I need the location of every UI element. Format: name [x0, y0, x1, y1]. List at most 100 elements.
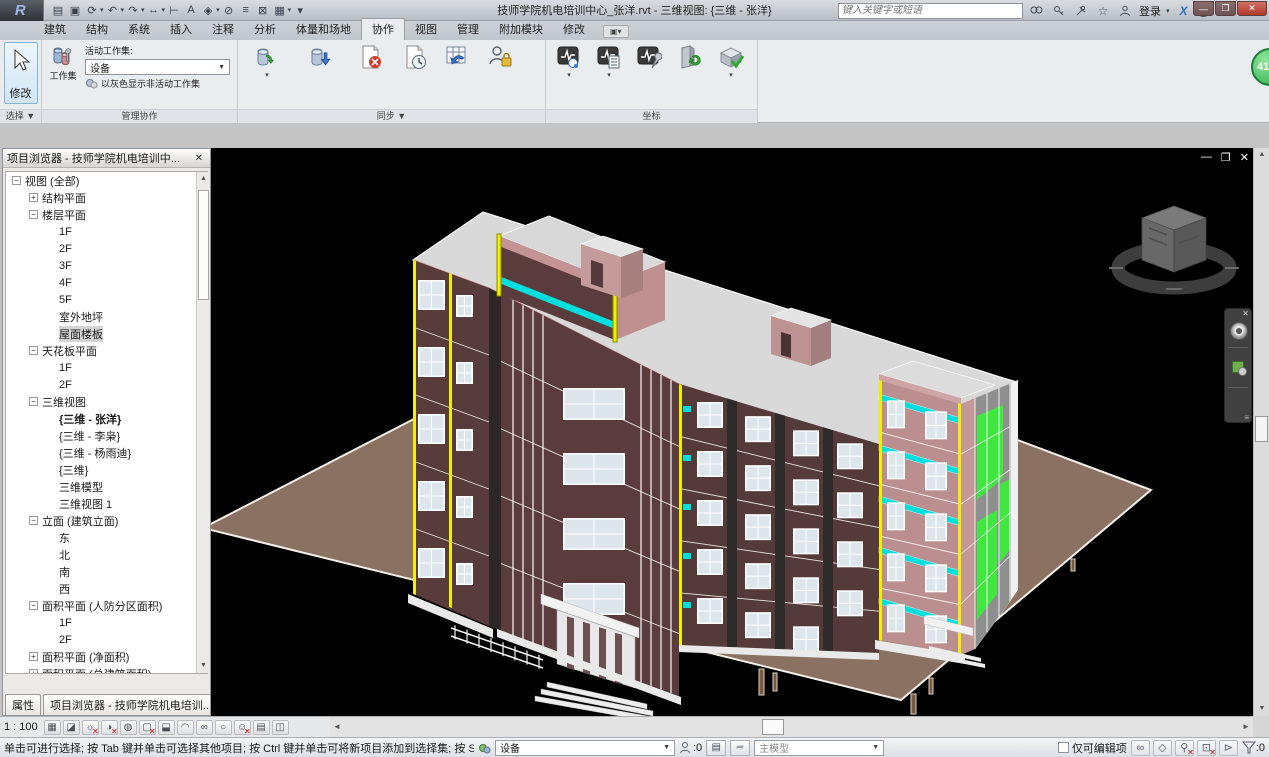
scroll-left-icon[interactable]: ◄	[330, 717, 344, 737]
tree-item[interactable]: +面积平面 (净面积)	[6, 648, 207, 665]
worksharing-display-icon[interactable]: ☺✕	[234, 720, 251, 735]
detail-level-icon[interactable]: ▦	[44, 720, 61, 735]
tree-item[interactable]: 室外地坪	[6, 308, 207, 325]
signin-person-icon[interactable]	[1117, 3, 1133, 19]
sun-path-icon[interactable]: ☼✕	[82, 720, 99, 735]
show-history-button[interactable]	[393, 42, 437, 109]
close-hidden-windows-icon[interactable]: ⊠	[255, 2, 271, 19]
tree-item[interactable]: 1F	[6, 359, 207, 376]
dropdown-icon[interactable]: ▾	[121, 6, 125, 14]
tree-item[interactable]: 2F	[6, 376, 207, 393]
drawing-area[interactable]: — ❐ ✕ ✕ ≡	[211, 148, 1253, 716]
coordinate-settings-button[interactable]	[629, 42, 669, 109]
tab-project-browser[interactable]: 项目浏览器 - 技师学院机电培训...	[43, 694, 211, 715]
tree-item[interactable]: −视图 (全部)	[6, 172, 207, 189]
scroll-up-icon[interactable]: ▲	[1254, 148, 1269, 162]
tree-item[interactable]: 北	[6, 546, 207, 563]
switch-windows-icon[interactable]: ▦	[272, 2, 288, 19]
temporary-hide-isolate-icon[interactable]: ∞	[196, 720, 213, 735]
section-icon[interactable]: ⊘	[221, 2, 237, 19]
tree-item[interactable]: −三维视图	[6, 393, 207, 410]
navbar-close-icon[interactable]: ✕	[1242, 309, 1249, 318]
gray-inactive-worksets-toggle[interactable]: 以灰色显示非活动工作集	[85, 77, 230, 90]
dropdown-icon[interactable]: ▾	[162, 6, 166, 14]
coordinate-panel-label[interactable]: 坐标	[546, 109, 757, 123]
tree-item[interactable]: {三维 - 张洋}	[6, 410, 207, 427]
search-input[interactable]	[838, 3, 1023, 19]
manage-collab-panel-label[interactable]: 管理协作	[42, 109, 237, 123]
visual-style-icon[interactable]: ◪	[63, 720, 80, 735]
tree-item[interactable]: 东	[6, 529, 207, 546]
ribbon-tab-1[interactable]: 建筑	[34, 19, 76, 40]
close-button[interactable]: ✕	[1237, 1, 1267, 16]
tree-item[interactable]: {三维 - 杨雨迪}	[6, 444, 207, 461]
select-panel-label[interactable]: 选择 ▼	[0, 109, 41, 123]
ribbon-tab-4[interactable]: 插入	[160, 19, 202, 40]
reveal-hidden-icon[interactable]: ○	[215, 720, 232, 735]
vertical-scrollbar[interactable]: ▲ ▼	[1253, 148, 1269, 716]
scroll-down-icon[interactable]: ▼	[1254, 702, 1269, 716]
tree-item[interactable]: 1F	[6, 614, 207, 631]
ribbon-tab-2[interactable]: 结构	[76, 19, 118, 40]
select-pinned-icon[interactable]: ⚲✕	[1175, 740, 1194, 756]
worksets-button[interactable]: 工作集	[45, 42, 81, 109]
tree-item[interactable]: 2F	[6, 240, 207, 257]
steering-wheel-icon[interactable]	[1230, 322, 1248, 340]
editing-requests-button[interactable]	[477, 42, 525, 109]
zoom-tool-icon[interactable]	[1232, 361, 1244, 373]
navbar-more-icon[interactable]: ≡	[1244, 413, 1249, 422]
text-icon[interactable]: A	[183, 2, 199, 19]
modify-button[interactable]: 修改	[4, 42, 38, 104]
undo-icon[interactable]: ↶	[105, 2, 121, 19]
view-scale[interactable]: 1 : 100	[4, 721, 38, 733]
customize-qat-icon[interactable]: ▾	[292, 2, 308, 19]
collapse-icon[interactable]: −	[29, 516, 38, 525]
signin-dropdown-icon[interactable]: ▾	[1166, 7, 1170, 15]
tree-item[interactable]: 1F	[6, 223, 207, 240]
tree-item[interactable]: 三维视图 1	[6, 495, 207, 512]
open-file-icon[interactable]: ▤	[50, 2, 66, 19]
scroll-up-icon[interactable]: ▲	[197, 172, 210, 186]
show-crop-icon[interactable]: ⬓	[158, 720, 175, 735]
tree-item[interactable]: 屋面楼板	[6, 325, 207, 342]
tree-item[interactable]: +结构平面	[6, 189, 207, 206]
sync-with-central-button[interactable]: ▾	[241, 42, 293, 109]
subscription-key-icon[interactable]	[1051, 3, 1067, 19]
active-workset-select[interactable]: 设备 ▼	[85, 59, 230, 75]
select-by-face-icon[interactable]: ⊡✕	[1197, 740, 1216, 756]
displace-elements-icon[interactable]: ◫	[272, 720, 289, 735]
view-minimize-icon[interactable]: —	[1201, 151, 1212, 164]
design-options-button[interactable]: ➦	[730, 740, 750, 756]
tree-item[interactable]: 5F	[6, 291, 207, 308]
expand-icon[interactable]: +	[29, 652, 38, 661]
expand-icon[interactable]: +	[29, 669, 38, 674]
ribbon-tab-6[interactable]: 分析	[244, 19, 286, 40]
tree-item[interactable]: 2F	[6, 631, 207, 648]
project-browser-header[interactable]: 项目浏览器 - 技师学院机电培训中... ✕	[3, 149, 210, 168]
scroll-down-icon[interactable]: ▼	[197, 659, 210, 673]
exchange-apps-icon[interactable]: X	[1175, 3, 1191, 19]
ribbon-tab-10[interactable]: 管理	[447, 19, 489, 40]
filter-control[interactable]: :0	[1242, 741, 1265, 754]
thin-lines-icon[interactable]: ≡	[238, 2, 254, 19]
ribbon-tab-11[interactable]: 附加模块	[489, 19, 553, 40]
view-close-icon[interactable]: ✕	[1240, 151, 1249, 164]
collapse-icon[interactable]: −	[29, 346, 38, 355]
collapse-icon[interactable]: −	[29, 210, 38, 219]
ribbon-tab-9[interactable]: 视图	[405, 19, 447, 40]
tree-scrollbar[interactable]: ▲ ▼	[196, 172, 209, 673]
restore-button[interactable]: ❐	[1215, 1, 1236, 16]
tree-item[interactable]: 西	[6, 580, 207, 597]
tree-item[interactable]: −立面 (建筑立面)	[6, 512, 207, 529]
tree-item[interactable]: {三维 - 李枭}	[6, 427, 207, 444]
editable-only-checkbox[interactable]: 仅可编辑项	[1058, 740, 1127, 756]
ribbon-tab-8[interactable]: 协作	[361, 18, 405, 40]
dropdown-icon[interactable]: ▾	[141, 6, 145, 14]
minimize-button[interactable]: —	[1193, 1, 1214, 16]
crop-view-icon[interactable]: ▢✕	[139, 720, 156, 735]
temporary-view-properties-icon[interactable]: ▤	[253, 720, 270, 735]
select-links-icon[interactable]: ∞	[1131, 740, 1150, 756]
select-underlay-icon[interactable]: ◇	[1153, 740, 1172, 756]
shadows-icon[interactable]: ◑✕	[101, 720, 118, 735]
redo-icon[interactable]: ↷	[125, 2, 141, 19]
